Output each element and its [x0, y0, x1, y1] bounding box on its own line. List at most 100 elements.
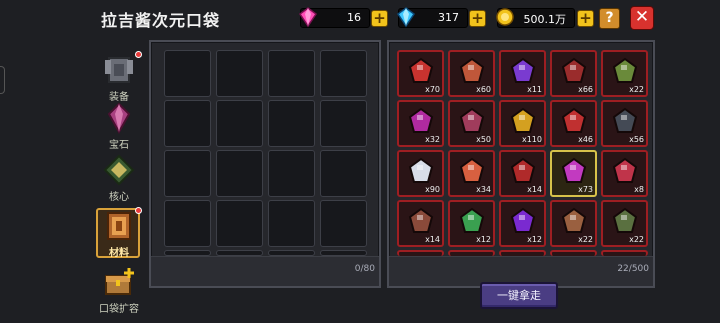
- storage-item[interactable]: x46: [550, 100, 597, 147]
- feather-icon: [408, 107, 434, 133]
- item-quantity: x60: [476, 85, 491, 94]
- item-quantity: x22: [629, 235, 644, 244]
- storage-item[interactable]: x12: [448, 200, 495, 247]
- close-button[interactable]: ✕: [630, 6, 654, 30]
- gold-coin-plus-button[interactable]: +: [577, 10, 594, 27]
- storage-item[interactable]: x32: [397, 100, 444, 147]
- item-quantity: x46: [578, 135, 593, 144]
- pocket-slot[interactable]: [216, 150, 263, 197]
- item-quantity: x22: [578, 235, 593, 244]
- armor-icon: [105, 57, 133, 83]
- tab-gems[interactable]: 宝石: [96, 102, 142, 154]
- tab-equipment-label: 装备: [109, 92, 129, 103]
- claw-icon: [510, 157, 536, 183]
- item-quantity: x8: [634, 185, 644, 194]
- bone-icon: [408, 207, 434, 233]
- pocket-slot[interactable]: [268, 50, 315, 97]
- pink-gem-plus-button[interactable]: +: [371, 10, 388, 27]
- blue-gem-icon: [396, 7, 416, 28]
- gold-coin-icon: [496, 8, 514, 26]
- storage-item[interactable]: x50: [448, 100, 495, 147]
- help-button[interactable]: ?: [599, 8, 620, 29]
- pocket-slot[interactable]: [216, 50, 263, 97]
- item-quantity: x22: [629, 85, 644, 94]
- pocket-slot[interactable]: [164, 200, 211, 247]
- pocket-slot[interactable]: [164, 100, 211, 147]
- blue-gem-counter: 317: [396, 7, 468, 28]
- storage-item[interactable]: x22: [601, 50, 648, 97]
- pocket-slot[interactable]: [268, 200, 315, 247]
- sword-icon: [612, 207, 638, 233]
- item-quantity: x90: [425, 185, 440, 194]
- pocket-slot[interactable]: [268, 100, 315, 147]
- item-quantity: x12: [476, 235, 491, 244]
- storage-item[interactable]: x34: [448, 150, 495, 197]
- storage-panel: x70 x60 x11 x66 x22 x32 x50 x110 x46 x56 x90 x34 x14…: [387, 40, 655, 288]
- blue-gem-plus-button[interactable]: +: [469, 10, 486, 27]
- pocket-slot[interactable]: [320, 50, 367, 97]
- item-quantity: x56: [629, 135, 644, 144]
- pocket-slot[interactable]: [164, 150, 211, 197]
- storage-item[interactable]: x110: [499, 100, 546, 147]
- title: 拉吉酱次元口袋: [101, 11, 221, 30]
- item-quantity: x50: [476, 135, 491, 144]
- storage-item[interactable]: x70: [397, 50, 444, 97]
- storage-item[interactable]: x22: [550, 200, 597, 247]
- item-quantity: x12: [527, 235, 542, 244]
- void-icon: [510, 207, 536, 233]
- pocket-panel: 0/80: [149, 40, 381, 288]
- side-handle[interactable]: [0, 66, 5, 94]
- orb-icon: [408, 157, 434, 183]
- storage-item[interactable]: x60: [448, 50, 495, 97]
- pocket-slot[interactable]: [216, 200, 263, 247]
- shell-icon: [459, 107, 485, 133]
- gem-icon: [107, 102, 131, 135]
- item-quantity: x70: [425, 85, 440, 94]
- storage-item[interactable]: x22: [601, 200, 648, 247]
- item-quantity: x34: [476, 185, 491, 194]
- storage-item[interactable]: x90: [397, 150, 444, 197]
- pink-gem-value: 16: [347, 11, 361, 24]
- pocket-slot[interactable]: [320, 150, 367, 197]
- item-quantity: x14: [425, 235, 440, 244]
- mask-icon: [510, 107, 536, 133]
- tab-pocket-expand[interactable]: 口袋扩容: [96, 266, 142, 318]
- tab-equipment[interactable]: 装备: [96, 51, 142, 106]
- storage-item[interactable]: x11: [499, 50, 546, 97]
- pocket-slot[interactable]: [268, 150, 315, 197]
- pocket-slot[interactable]: [164, 50, 211, 97]
- storage-count: 22/500: [617, 264, 649, 274]
- material-icon: [107, 212, 131, 240]
- tab-core[interactable]: 核心: [96, 154, 142, 206]
- tab-material[interactable]: 材料: [96, 207, 142, 262]
- pocket-slot[interactable]: [320, 100, 367, 147]
- blue-gem-value: 317: [438, 11, 459, 24]
- storage-item[interactable]: x66: [550, 50, 597, 97]
- storage-item[interactable]: x12: [499, 200, 546, 247]
- herb-icon: [612, 57, 638, 83]
- pink-gem-icon: [298, 7, 318, 28]
- pocket-count: 0/80: [354, 264, 375, 274]
- storage-item[interactable]: x8: [601, 150, 648, 197]
- gear-icon: [561, 207, 587, 233]
- storage-item[interactable]: x14: [397, 200, 444, 247]
- item-quantity: x66: [578, 85, 593, 94]
- scroll-icon: [561, 57, 587, 83]
- potion-icon: [510, 57, 536, 83]
- take-all-button[interactable]: 一键拿走: [480, 282, 558, 309]
- fang-icon: [561, 107, 587, 133]
- storage-item[interactable]: x56: [601, 100, 648, 147]
- crystal-icon: [561, 157, 587, 183]
- tab-core-label: 核心: [109, 192, 129, 203]
- chest-icon: [105, 268, 134, 295]
- storage-item[interactable]: x14: [499, 150, 546, 197]
- pocket-slot[interactable]: [216, 100, 263, 147]
- flame-icon: [459, 157, 485, 183]
- pocket-slot[interactable]: [320, 200, 367, 247]
- storage-item[interactable]: x73: [550, 150, 597, 197]
- pocket-footer: [151, 256, 379, 286]
- item-quantity: x73: [578, 185, 593, 194]
- gold-coin-counter: 500.1万: [496, 8, 575, 28]
- pink-gem-counter: 16: [298, 7, 370, 28]
- gold-coin-value: 500.1万: [523, 13, 567, 26]
